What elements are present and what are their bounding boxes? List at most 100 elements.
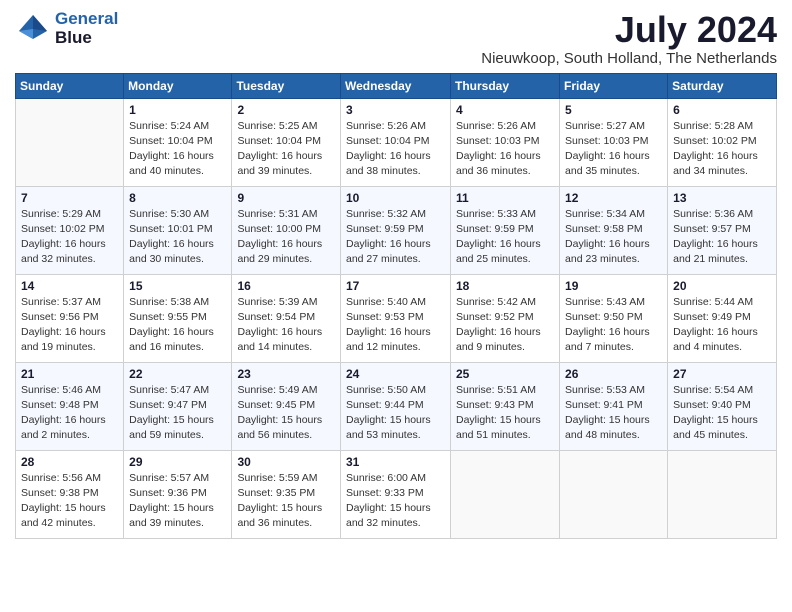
calendar-cell xyxy=(451,450,560,538)
day-info: Sunrise: 5:28 AM Sunset: 10:02 PM Daylig… xyxy=(673,119,771,180)
calendar-cell: 8 Sunrise: 5:30 AM Sunset: 10:01 PM Dayli… xyxy=(124,186,232,274)
calendar-header-tuesday: Tuesday xyxy=(232,73,341,98)
calendar-cell: 15 Sunrise: 5:38 AM Sunset: 9:55 PM Dayli… xyxy=(124,274,232,362)
calendar-cell: 19Sunrise: 5:43 AM Sunset: 9:50 PM Dayli… xyxy=(560,274,668,362)
day-info: Sunrise: 5:59 AM Sunset: 9:35 PM Dayligh… xyxy=(237,471,335,532)
day-number: 27 xyxy=(673,367,771,381)
calendar-cell: 24Sunrise: 5:50 AM Sunset: 9:44 PM Dayli… xyxy=(341,362,451,450)
calendar-cell: 28 Sunrise: 5:56 AM Sunset: 9:38 PM Dayli… xyxy=(16,450,124,538)
day-info: Sunrise: 5:32 AM Sunset: 9:59 PM Dayligh… xyxy=(346,207,445,268)
day-info: Sunrise: 5:50 AM Sunset: 9:44 PM Dayligh… xyxy=(346,383,445,444)
calendar-cell xyxy=(560,450,668,538)
day-info: Sunrise: 5:25 AM Sunset: 10:04 PM Daylig… xyxy=(237,119,335,180)
day-info: Sunrise: 5:24 AM Sunset: 10:04 PM Daylig… xyxy=(129,119,226,180)
day-info: Sunrise: 5:46 AM Sunset: 9:48 PM Dayligh… xyxy=(21,383,118,444)
month-title: July 2024 xyxy=(481,10,777,50)
calendar-cell: 29 Sunrise: 5:57 AM Sunset: 9:36 PM Dayli… xyxy=(124,450,232,538)
day-number: 7 xyxy=(21,191,118,205)
calendar-cell: 6 Sunrise: 5:28 AM Sunset: 10:02 PM Dayli… xyxy=(668,98,777,186)
day-number: 12 xyxy=(565,191,662,205)
calendar-cell: 9 Sunrise: 5:31 AM Sunset: 10:00 PM Dayli… xyxy=(232,186,341,274)
calendar-cell: 13 Sunrise: 5:36 AM Sunset: 9:57 PM Dayli… xyxy=(668,186,777,274)
day-number: 18 xyxy=(456,279,554,293)
day-number: 6 xyxy=(673,103,771,117)
day-number: 4 xyxy=(456,103,554,117)
calendar-cell: 5Sunrise: 5:27 AM Sunset: 10:03 PM Dayli… xyxy=(560,98,668,186)
day-info: Sunrise: 6:00 AM Sunset: 9:33 PM Dayligh… xyxy=(346,471,445,532)
calendar-header-sunday: Sunday xyxy=(16,73,124,98)
day-info: Sunrise: 5:51 AM Sunset: 9:43 PM Dayligh… xyxy=(456,383,554,444)
calendar-cell: 23Sunrise: 5:49 AM Sunset: 9:45 PM Dayli… xyxy=(232,362,341,450)
calendar-cell: 21Sunrise: 5:46 AM Sunset: 9:48 PM Dayli… xyxy=(16,362,124,450)
day-info: Sunrise: 5:34 AM Sunset: 9:58 PM Dayligh… xyxy=(565,207,662,268)
header: General Blue July 2024 Nieuwkoop, South … xyxy=(15,10,777,67)
day-info: Sunrise: 5:33 AM Sunset: 9:59 PM Dayligh… xyxy=(456,207,554,268)
calendar-cell: 1 Sunrise: 5:24 AM Sunset: 10:04 PM Dayli… xyxy=(124,98,232,186)
day-info: Sunrise: 5:29 AM Sunset: 10:02 PM Daylig… xyxy=(21,207,118,268)
day-number: 3 xyxy=(346,103,445,117)
day-number: 23 xyxy=(237,367,335,381)
calendar-cell: 12 Sunrise: 5:34 AM Sunset: 9:58 PM Dayli… xyxy=(560,186,668,274)
day-info: Sunrise: 5:31 AM Sunset: 10:00 PM Daylig… xyxy=(237,207,335,268)
calendar-header-thursday: Thursday xyxy=(451,73,560,98)
calendar-week-row: 14Sunrise: 5:37 AM Sunset: 9:56 PM Dayli… xyxy=(16,274,777,362)
calendar-table: SundayMondayTuesdayWednesdayThursdayFrid… xyxy=(15,73,777,539)
day-info: Sunrise: 5:42 AM Sunset: 9:52 PM Dayligh… xyxy=(456,295,554,356)
day-info: Sunrise: 5:54 AM Sunset: 9:40 PM Dayligh… xyxy=(673,383,771,444)
calendar-cell: 26 Sunrise: 5:53 AM Sunset: 9:41 PM Dayli… xyxy=(560,362,668,450)
day-info: Sunrise: 5:36 AM Sunset: 9:57 PM Dayligh… xyxy=(673,207,771,268)
calendar-cell: 31Sunrise: 6:00 AM Sunset: 9:33 PM Dayli… xyxy=(341,450,451,538)
day-number: 1 xyxy=(129,103,226,117)
day-info: Sunrise: 5:44 AM Sunset: 9:49 PM Dayligh… xyxy=(673,295,771,356)
calendar-cell xyxy=(16,98,124,186)
calendar-cell: 22Sunrise: 5:47 AM Sunset: 9:47 PM Dayli… xyxy=(124,362,232,450)
day-info: Sunrise: 5:26 AM Sunset: 10:03 PM Daylig… xyxy=(456,119,554,180)
calendar-week-row: 28 Sunrise: 5:56 AM Sunset: 9:38 PM Dayli… xyxy=(16,450,777,538)
logo-icon xyxy=(15,11,51,47)
calendar-week-row: 1 Sunrise: 5:24 AM Sunset: 10:04 PM Dayli… xyxy=(16,98,777,186)
calendar-week-row: 21Sunrise: 5:46 AM Sunset: 9:48 PM Dayli… xyxy=(16,362,777,450)
calendar-header-wednesday: Wednesday xyxy=(341,73,451,98)
calendar-cell: 4 Sunrise: 5:26 AM Sunset: 10:03 PM Dayli… xyxy=(451,98,560,186)
calendar-cell xyxy=(668,450,777,538)
day-number: 20 xyxy=(673,279,771,293)
day-info: Sunrise: 5:26 AM Sunset: 10:04 PM Daylig… xyxy=(346,119,445,180)
calendar-cell: 3 Sunrise: 5:26 AM Sunset: 10:04 PM Dayli… xyxy=(341,98,451,186)
day-info: Sunrise: 5:30 AM Sunset: 10:01 PM Daylig… xyxy=(129,207,226,268)
day-info: Sunrise: 5:47 AM Sunset: 9:47 PM Dayligh… xyxy=(129,383,226,444)
calendar-cell: 2 Sunrise: 5:25 AM Sunset: 10:04 PM Dayli… xyxy=(232,98,341,186)
title-section: July 2024 Nieuwkoop, South Holland, The … xyxy=(481,10,777,67)
calendar-header-row: SundayMondayTuesdayWednesdayThursdayFrid… xyxy=(16,73,777,98)
day-number: 9 xyxy=(237,191,335,205)
calendar-cell: 27 Sunrise: 5:54 AM Sunset: 9:40 PM Dayli… xyxy=(668,362,777,450)
calendar-week-row: 7 Sunrise: 5:29 AM Sunset: 10:02 PM Dayli… xyxy=(16,186,777,274)
day-number: 8 xyxy=(129,191,226,205)
calendar-cell: 14Sunrise: 5:37 AM Sunset: 9:56 PM Dayli… xyxy=(16,274,124,362)
day-number: 30 xyxy=(237,455,335,469)
calendar-cell: 30 Sunrise: 5:59 AM Sunset: 9:35 PM Dayli… xyxy=(232,450,341,538)
calendar-cell: 10Sunrise: 5:32 AM Sunset: 9:59 PM Dayli… xyxy=(341,186,451,274)
day-info: Sunrise: 5:39 AM Sunset: 9:54 PM Dayligh… xyxy=(237,295,335,356)
day-number: 29 xyxy=(129,455,226,469)
day-number: 26 xyxy=(565,367,662,381)
logo: General Blue xyxy=(15,10,118,47)
calendar-header-saturday: Saturday xyxy=(668,73,777,98)
day-info: Sunrise: 5:40 AM Sunset: 9:53 PM Dayligh… xyxy=(346,295,445,356)
day-info: Sunrise: 5:37 AM Sunset: 9:56 PM Dayligh… xyxy=(21,295,118,356)
calendar-header-friday: Friday xyxy=(560,73,668,98)
day-info: Sunrise: 5:38 AM Sunset: 9:55 PM Dayligh… xyxy=(129,295,226,356)
day-info: Sunrise: 5:43 AM Sunset: 9:50 PM Dayligh… xyxy=(565,295,662,356)
day-number: 28 xyxy=(21,455,118,469)
day-number: 2 xyxy=(237,103,335,117)
day-number: 16 xyxy=(237,279,335,293)
day-info: Sunrise: 5:56 AM Sunset: 9:38 PM Dayligh… xyxy=(21,471,118,532)
calendar-cell: 17Sunrise: 5:40 AM Sunset: 9:53 PM Dayli… xyxy=(341,274,451,362)
day-info: Sunrise: 5:57 AM Sunset: 9:36 PM Dayligh… xyxy=(129,471,226,532)
calendar-cell: 25Sunrise: 5:51 AM Sunset: 9:43 PM Dayli… xyxy=(451,362,560,450)
calendar-cell: 7 Sunrise: 5:29 AM Sunset: 10:02 PM Dayli… xyxy=(16,186,124,274)
calendar-header-monday: Monday xyxy=(124,73,232,98)
day-number: 13 xyxy=(673,191,771,205)
logo-text: General Blue xyxy=(55,10,118,47)
day-info: Sunrise: 5:53 AM Sunset: 9:41 PM Dayligh… xyxy=(565,383,662,444)
day-number: 15 xyxy=(129,279,226,293)
